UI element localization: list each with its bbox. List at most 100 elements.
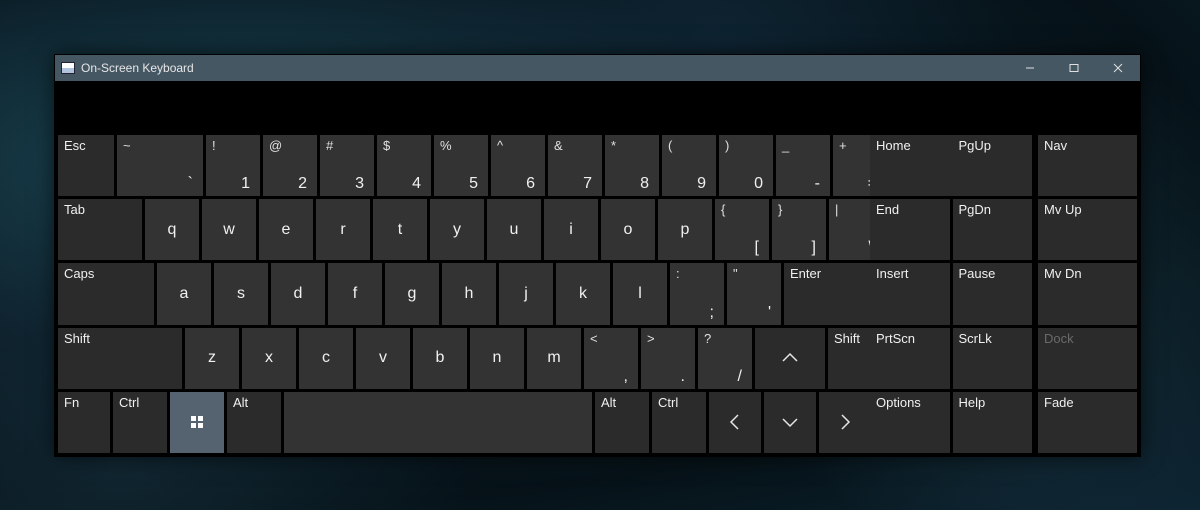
key-esc[interactable]: Esc (58, 135, 114, 196)
key-1[interactable]: !1 (206, 135, 260, 196)
up-icon (755, 328, 825, 389)
row-5-main: FnCtrlAltAltCtrl (58, 392, 864, 453)
key-options[interactable]: Options (870, 392, 950, 453)
key-mvup[interactable]: Mv Up (1038, 199, 1137, 260)
key-k[interactable]: k (556, 263, 610, 324)
key-left[interactable] (709, 392, 761, 453)
key-insert[interactable]: Insert (870, 263, 950, 324)
window-title: On-Screen Keyboard (81, 61, 194, 75)
key-7[interactable]: &7 (548, 135, 602, 196)
key-s[interactable]: s (214, 263, 268, 324)
key-2[interactable]: @2 (263, 135, 317, 196)
key-prtscn[interactable]: PrtScn (870, 328, 950, 389)
key-i[interactable]: i (544, 199, 598, 260)
keyboard-grid: Esc~`!1@2#3$4%5^6&7*8(9)0_-+=HomePgUpNav… (55, 135, 1140, 456)
key-z[interactable]: z (185, 328, 239, 389)
key-alt-r[interactable]: Alt (595, 392, 649, 453)
key-m[interactable]: m (527, 328, 581, 389)
key-d[interactable]: d (271, 263, 325, 324)
key-n[interactable]: n (470, 328, 524, 389)
key-pgup[interactable]: PgUp (953, 135, 1033, 196)
key-t[interactable]: t (373, 199, 427, 260)
key-q[interactable]: q (145, 199, 199, 260)
row-4-side: PrtScnScrLk (870, 328, 1032, 389)
key-down[interactable] (764, 392, 816, 453)
key-right[interactable] (819, 392, 871, 453)
key-tab[interactable]: Tab (58, 199, 142, 260)
key-y[interactable]: y (430, 199, 484, 260)
key-quote[interactable]: "' (727, 263, 781, 324)
key-b[interactable]: b (413, 328, 467, 389)
key-9[interactable]: (9 (662, 135, 716, 196)
key-fade[interactable]: Fade (1038, 392, 1137, 453)
maximize-button[interactable] (1052, 55, 1096, 81)
down-icon (764, 392, 816, 453)
key-nav[interactable]: Nav (1038, 135, 1137, 196)
key-f[interactable]: f (328, 263, 382, 324)
key-rbracket[interactable]: }] (772, 199, 826, 260)
key-e[interactable]: e (259, 199, 313, 260)
key-0[interactable]: )0 (719, 135, 773, 196)
key-alt-l[interactable]: Alt (227, 392, 281, 453)
close-button[interactable] (1096, 55, 1140, 81)
key-space[interactable] (284, 392, 592, 453)
key-j[interactable]: j (499, 263, 553, 324)
app-icon (61, 62, 75, 74)
key-mvdn[interactable]: Mv Dn (1038, 263, 1137, 324)
key-shift-l[interactable]: Shift (58, 328, 182, 389)
key-r[interactable]: r (316, 199, 370, 260)
right-icon (819, 392, 871, 453)
key-lbracket[interactable]: {[ (715, 199, 769, 260)
key-pause[interactable]: Pause (953, 263, 1033, 324)
row-4-extra: Dock (1038, 328, 1137, 389)
key-ctrl-l[interactable]: Ctrl (113, 392, 167, 453)
key-8[interactable]: *8 (605, 135, 659, 196)
key-l[interactable]: l (613, 263, 667, 324)
key-up[interactable] (755, 328, 825, 389)
minimize-button[interactable] (1008, 55, 1052, 81)
row-1-extra: Nav (1038, 135, 1137, 196)
key-x[interactable]: x (242, 328, 296, 389)
key-win[interactable] (170, 392, 224, 453)
key-caps[interactable]: Caps (58, 263, 154, 324)
key-ctrl-r[interactable]: Ctrl (652, 392, 706, 453)
key-p[interactable]: p (658, 199, 712, 260)
key-comma[interactable]: <, (584, 328, 638, 389)
key-dock[interactable]: Dock (1038, 328, 1137, 389)
left-icon (709, 392, 761, 453)
key-w[interactable]: w (202, 199, 256, 260)
key-semicolon[interactable]: :; (670, 263, 724, 324)
key-backtick[interactable]: ~` (117, 135, 203, 196)
key-help[interactable]: Help (953, 392, 1033, 453)
key-4[interactable]: $4 (377, 135, 431, 196)
key-a[interactable]: a (157, 263, 211, 324)
key-fn[interactable]: Fn (58, 392, 110, 453)
row-3-side: InsertPause (870, 263, 1032, 324)
row-2-main: Tabqwertyuiop{[}]|\Del (58, 199, 864, 260)
row-3-extra: Mv Dn (1038, 263, 1137, 324)
key-pgdn[interactable]: PgDn (953, 199, 1033, 260)
key-slash[interactable]: ?/ (698, 328, 752, 389)
row-2-extra: Mv Up (1038, 199, 1137, 260)
prediction-strip (55, 81, 1140, 135)
key-scrlk[interactable]: ScrLk (953, 328, 1033, 389)
key-home[interactable]: Home (870, 135, 950, 196)
key-period[interactable]: >. (641, 328, 695, 389)
row-5-extra: Fade (1038, 392, 1137, 453)
key-v[interactable]: v (356, 328, 410, 389)
key-o[interactable]: o (601, 199, 655, 260)
titlebar[interactable]: On-Screen Keyboard (55, 55, 1140, 81)
win-icon (170, 392, 224, 453)
key-end[interactable]: End (870, 199, 950, 260)
key-c[interactable]: c (299, 328, 353, 389)
key-5[interactable]: %5 (434, 135, 488, 196)
row-3-main: Capsasdfghjkl:;"'Enter (58, 263, 864, 324)
key-u[interactable]: u (487, 199, 541, 260)
key-minus[interactable]: _- (776, 135, 830, 196)
key-g[interactable]: g (385, 263, 439, 324)
row-4-main: Shiftzxcvbnm<,>.?/Shift (58, 328, 864, 389)
key-6[interactable]: ^6 (491, 135, 545, 196)
row-1-main: Esc~`!1@2#3$4%5^6&7*8(9)0_-+= (58, 135, 864, 196)
key-3[interactable]: #3 (320, 135, 374, 196)
key-h[interactable]: h (442, 263, 496, 324)
